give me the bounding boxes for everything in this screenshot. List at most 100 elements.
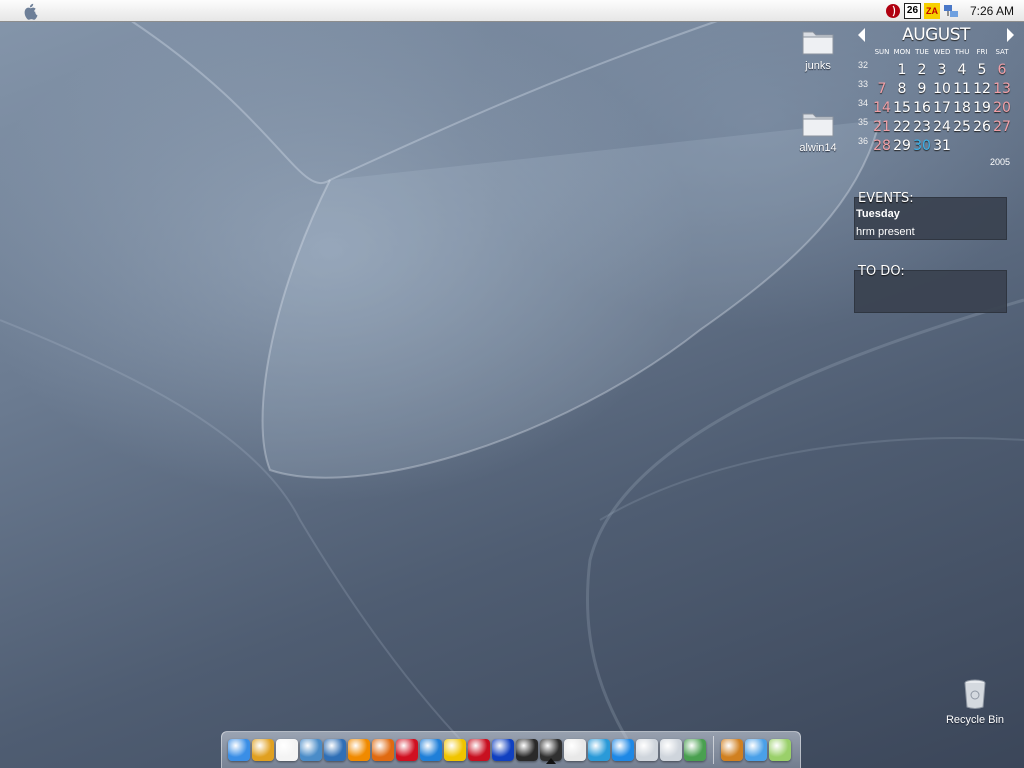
weekday-label: TUE: [915, 48, 929, 56]
menu-bar-clock[interactable]: 7:26 AM: [970, 4, 1014, 18]
calendar-day[interactable]: 1: [892, 62, 912, 78]
apple-menu-icon[interactable]: [22, 2, 40, 20]
dock-internet-explorer-icon[interactable]: [420, 739, 442, 761]
calendar-day[interactable]: 20: [992, 100, 1012, 116]
recycle-bin-label: Recycle Bin: [945, 714, 1005, 726]
network-tray-icon[interactable]: [943, 3, 959, 19]
dock-safari-icon[interactable]: [745, 739, 767, 761]
calendar-widget: AUGUST SUN MON TUE WED THU FRI SAT 32 1 2 3…: [854, 24, 1018, 167]
calendar-day[interactable]: 21: [872, 119, 892, 135]
calendar-day[interactable]: 22: [892, 119, 912, 135]
recycle-bin-icon: [963, 678, 987, 710]
calendar-month: AUGUST: [902, 25, 970, 45]
folder-icon: [800, 26, 836, 56]
calendar-day[interactable]: 11: [952, 81, 972, 97]
calendar-year: 2005: [989, 157, 1010, 167]
dock-winamp-icon[interactable]: [252, 739, 274, 761]
calendar-day[interactable]: 5: [972, 62, 992, 78]
dock-vlc-icon[interactable]: [348, 739, 370, 761]
dock-folder-icon[interactable]: [636, 739, 658, 761]
calendar-day[interactable]: 6: [992, 62, 1012, 78]
calendar-day[interactable]: 4: [952, 62, 972, 78]
folder-icon: [800, 108, 836, 138]
running-indicator: [546, 758, 556, 764]
weekday-label: SAT: [995, 48, 1009, 56]
dock-mirc-icon[interactable]: [492, 739, 514, 761]
apple-red-icon[interactable]: [885, 3, 901, 19]
calendar-grid: 32 1 2 3 4 5 6 33 7 8 9 10 11 12 13 34 14 15 16 17 18 19 20 35 2…: [854, 60, 1018, 155]
week-number: 35: [858, 117, 869, 127]
weekday-label: SUN: [874, 48, 890, 56]
weekday-label: FRI: [976, 48, 988, 56]
calendar-day[interactable]: 18: [952, 100, 972, 116]
calendar-day[interactable]: 10: [932, 81, 952, 97]
dock-spiral-icon[interactable]: [516, 739, 538, 761]
dock-firefox-icon[interactable]: [372, 739, 394, 761]
dock-tools-icon[interactable]: [564, 739, 586, 761]
todo-title: TO DO:: [858, 264, 905, 279]
week-number: 34: [858, 98, 869, 108]
dock-media-player-icon[interactable]: [588, 739, 610, 761]
calendar-day[interactable]: 29: [892, 138, 912, 154]
weekday-header: SUN MON TUE WED THU FRI SAT: [872, 48, 1018, 60]
event-day: Tuesday: [856, 208, 900, 220]
calendar-date-icon[interactable]: 26: [903, 3, 921, 19]
calendar-day[interactable]: 31: [932, 138, 952, 154]
desktop-icon-label: junks: [805, 60, 831, 72]
calendar-day[interactable]: 30: [912, 138, 932, 154]
dock-picture-icon[interactable]: [684, 739, 706, 761]
dock-utilities-icon[interactable]: [721, 739, 743, 761]
system-tray: 26 ZA 7:26 AM: [885, 2, 1014, 20]
week-number: 32: [858, 60, 869, 70]
calendar-week-row: 32 1 2 3 4 5 6: [854, 60, 1018, 79]
dock-messenger-icon[interactable]: [444, 739, 466, 761]
calendar-day[interactable]: 23: [912, 119, 932, 135]
calendar-day[interactable]: 2: [912, 62, 932, 78]
week-number: 36: [858, 136, 869, 146]
dock-trash-icon[interactable]: [769, 739, 791, 761]
menu-bar: 26 ZA 7:26 AM: [0, 0, 1024, 22]
calendar-day[interactable]: 15: [892, 100, 912, 116]
calendar-day-today[interactable]: 26: [971, 115, 998, 143]
calendar-day[interactable]: 3: [932, 62, 952, 78]
calendar-day[interactable]: 14: [872, 100, 892, 116]
dock-lips-icon[interactable]: [468, 739, 490, 761]
calendar-day[interactable]: 17: [932, 100, 952, 116]
events-title: EVENTS:: [858, 191, 914, 206]
desktop-icon-junks[interactable]: junks: [786, 26, 850, 72]
calendar-day[interactable]: 8: [892, 81, 912, 97]
dock: [221, 731, 801, 768]
next-month-arrow-icon[interactable]: [1004, 27, 1016, 43]
weekday-label: WED: [933, 48, 951, 56]
dock-folder-icon[interactable]: [660, 739, 682, 761]
calendar-week-row: 33 7 8 9 10 11 12 13: [854, 79, 1018, 98]
calendar-day[interactable]: 7: [872, 81, 892, 97]
calendar-day[interactable]: 19: [972, 100, 992, 116]
calendar-day[interactable]: 13: [992, 81, 1012, 97]
calendar-day[interactable]: 28: [872, 138, 892, 154]
dock-opera-icon[interactable]: [396, 739, 418, 761]
dock-separator: [713, 736, 714, 764]
event-item[interactable]: hrm present: [856, 226, 915, 238]
week-number: 33: [858, 79, 869, 89]
zonealarm-icon[interactable]: ZA: [923, 3, 940, 19]
weekday-label: MON: [893, 48, 911, 56]
recycle-bin[interactable]: Recycle Bin: [940, 678, 1010, 726]
desktop-icon-label: alwin14: [799, 142, 837, 154]
calendar-week-row: 35 21 22 23 24 25 26 27: [854, 115, 1018, 143]
calendar-week-row: 36 28 29 30 31: [854, 136, 1018, 155]
calendar-day[interactable]: 27: [992, 119, 1012, 135]
calendar-week-row: 34 14 15 16 17 18 19 20: [854, 98, 1018, 117]
dock-quicktime-icon[interactable]: [612, 739, 634, 761]
desktop-icon-alwin14[interactable]: alwin14: [786, 108, 850, 154]
calendar-day[interactable]: 16: [912, 100, 932, 116]
dock-globe-icon[interactable]: [324, 739, 346, 761]
calendar-day[interactable]: 24: [932, 119, 952, 135]
weekday-label: THU: [954, 48, 970, 56]
dock-network-icon[interactable]: [300, 739, 322, 761]
calendar-day[interactable]: 12: [972, 81, 992, 97]
calendar-day[interactable]: 9: [912, 81, 932, 97]
dock-finder-icon[interactable]: [228, 739, 250, 761]
dock-ghost-icon[interactable]: [276, 739, 298, 761]
calendar-day[interactable]: 25: [952, 119, 972, 135]
